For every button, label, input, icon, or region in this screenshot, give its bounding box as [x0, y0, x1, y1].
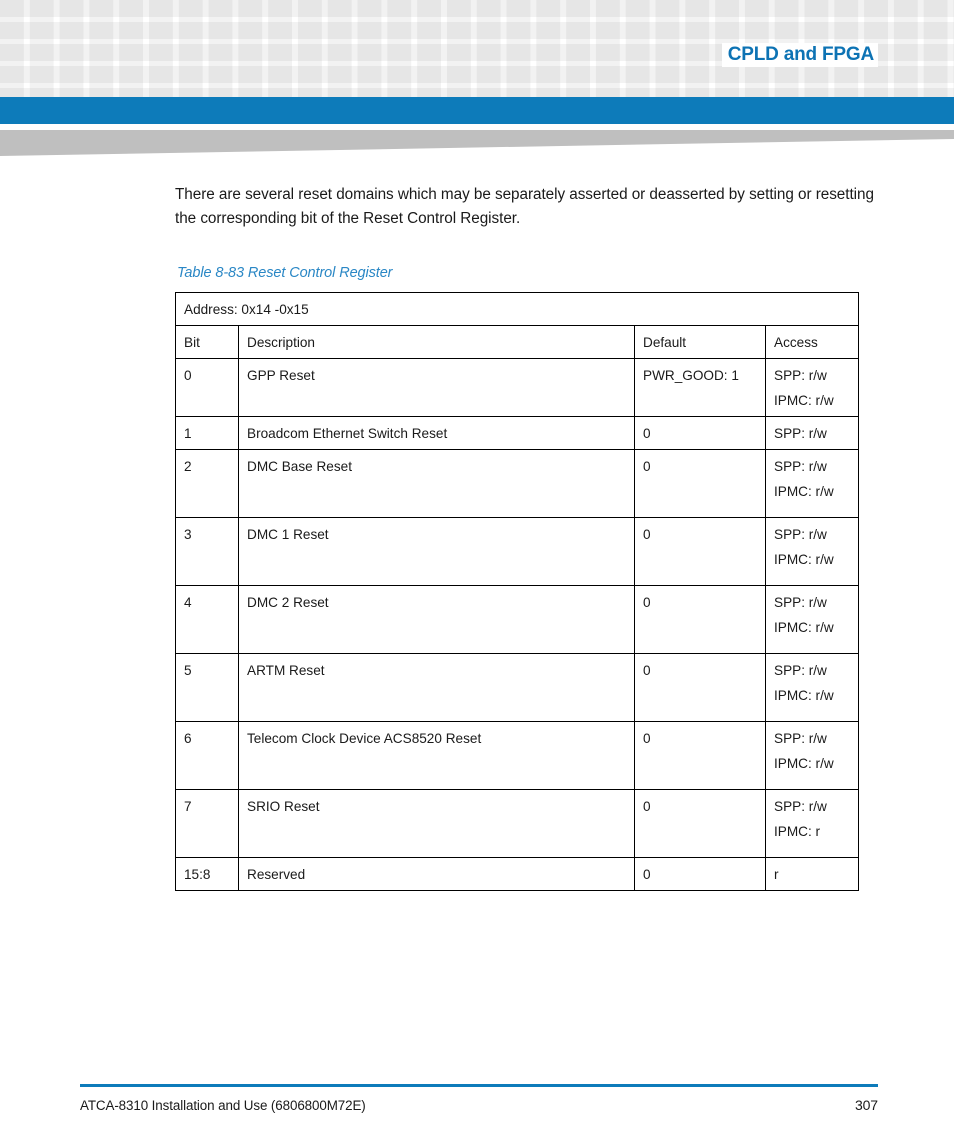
access-line: SPP: r/w [774, 799, 827, 814]
cell-bit: 1 [175, 416, 239, 450]
access-line: IPMC: r [774, 824, 821, 839]
cell-access: SPP: r/w IPMC: r/w [765, 517, 859, 586]
cell-default: 0 [634, 857, 766, 891]
cell-description: SRIO Reset [238, 789, 635, 858]
cell-bit: 5 [175, 653, 239, 722]
cell-access: SPP: r/w IPMC: r/w [765, 653, 859, 722]
access-line: IPMC: r/w [774, 393, 834, 408]
cell-access: SPP: r/w IPMC: r/w [765, 721, 859, 790]
cell-default: 0 [634, 585, 766, 654]
access-line: SPP: r/w [774, 731, 827, 746]
cell-bit: 2 [175, 449, 239, 518]
footer-rule [80, 1084, 878, 1087]
access-line: IPMC: r/w [774, 484, 834, 499]
table-address-cell: Address: 0x14 -0x15 [175, 292, 859, 326]
access-line: SPP: r/w [774, 595, 827, 610]
access-line: SPP: r/w [774, 663, 827, 678]
column-header-bit: Bit [175, 325, 239, 359]
footer-text-row: ATCA-8310 Installation and Use (6806800M… [80, 1097, 878, 1113]
access-line: IPMC: r/w [774, 552, 834, 567]
cell-default: 0 [634, 789, 766, 858]
access-line: SPP: r/w [774, 426, 827, 441]
cell-bit: 15:8 [175, 857, 239, 891]
cell-default: 0 [634, 517, 766, 586]
footer-page-number: 307 [854, 1097, 878, 1113]
cell-access: SPP: r/w [765, 416, 859, 450]
access-line: IPMC: r/w [774, 620, 834, 635]
access-line: SPP: r/w [774, 459, 827, 474]
table-row: 0 GPP Reset PWR_GOOD: 1 SPP: r/w IPMC: r… [175, 358, 859, 417]
cell-access: r [765, 857, 859, 891]
cell-default: PWR_GOOD: 1 [634, 358, 766, 417]
page-header-title-text: CPLD and FPGA [721, 43, 878, 67]
access-line: SPP: r/w [774, 368, 827, 383]
table-row: 15:8 Reserved 0 r [175, 857, 859, 891]
header-blue-bar [0, 97, 954, 124]
access-line: IPMC: r/w [774, 756, 834, 771]
column-header-access: Access [765, 325, 859, 359]
intro-paragraph: There are several reset domains which ma… [175, 186, 874, 227]
cell-bit: 4 [175, 585, 239, 654]
page-footer: ATCA-8310 Installation and Use (6806800M… [80, 1084, 878, 1113]
cell-description: DMC 1 Reset [238, 517, 635, 586]
cell-default: 0 [634, 416, 766, 450]
table-row: 7 SRIO Reset 0 SPP: r/w IPMC: r [175, 789, 859, 858]
cell-description: DMC 2 Reset [238, 585, 635, 654]
cell-description: DMC Base Reset [238, 449, 635, 518]
footer-document-title: ATCA-8310 Installation and Use (6806800M… [80, 1098, 366, 1113]
cell-access: SPP: r/w IPMC: r/w [765, 449, 859, 518]
cell-description: GPP Reset [238, 358, 635, 417]
table-address-row: Address: 0x14 -0x15 [175, 292, 859, 326]
column-header-description: Description [238, 325, 635, 359]
cell-bit: 0 [175, 358, 239, 417]
table-row: 1 Broadcom Ethernet Switch Reset 0 SPP: … [175, 416, 859, 450]
cell-description: ARTM Reset [238, 653, 635, 722]
access-line: SPP: r/w [774, 527, 827, 542]
cell-description: Telecom Clock Device ACS8520 Reset [238, 721, 635, 790]
table-row: 3 DMC 1 Reset 0 SPP: r/w IPMC: r/w [175, 517, 859, 586]
page-header-title: CPLD and FPGA [0, 43, 954, 67]
cell-default: 0 [634, 721, 766, 790]
cell-access: SPP: r/w IPMC: r/w [765, 585, 859, 654]
column-header-default: Default [634, 325, 766, 359]
cell-access: SPP: r/w IPMC: r [765, 789, 859, 858]
header-gray-swoosh [0, 130, 954, 160]
cell-default: 0 [634, 449, 766, 518]
cell-description: Reserved [238, 857, 635, 891]
page-content: There are several reset domains which ma… [175, 183, 875, 891]
table-row: 6 Telecom Clock Device ACS8520 Reset 0 S… [175, 721, 859, 790]
table-row: 5 ARTM Reset 0 SPP: r/w IPMC: r/w [175, 653, 859, 722]
cell-default: 0 [634, 653, 766, 722]
cell-bit: 6 [175, 721, 239, 790]
table-row: 4 DMC 2 Reset 0 SPP: r/w IPMC: r/w [175, 585, 859, 654]
table-header-row: Bit Description Default Access [175, 325, 859, 359]
table-row: 2 DMC Base Reset 0 SPP: r/w IPMC: r/w [175, 449, 859, 518]
access-line: IPMC: r/w [774, 688, 834, 703]
reset-control-register-table: Address: 0x14 -0x15 Bit Description Defa… [175, 292, 859, 891]
access-line: r [774, 867, 779, 882]
cell-bit: 3 [175, 517, 239, 586]
cell-access: SPP: r/w IPMC: r/w [765, 358, 859, 417]
cell-description: Broadcom Ethernet Switch Reset [238, 416, 635, 450]
swoosh-shape [0, 130, 954, 156]
cell-bit: 7 [175, 789, 239, 858]
table-caption: Table 8-83 Reset Control Register [177, 265, 393, 281]
